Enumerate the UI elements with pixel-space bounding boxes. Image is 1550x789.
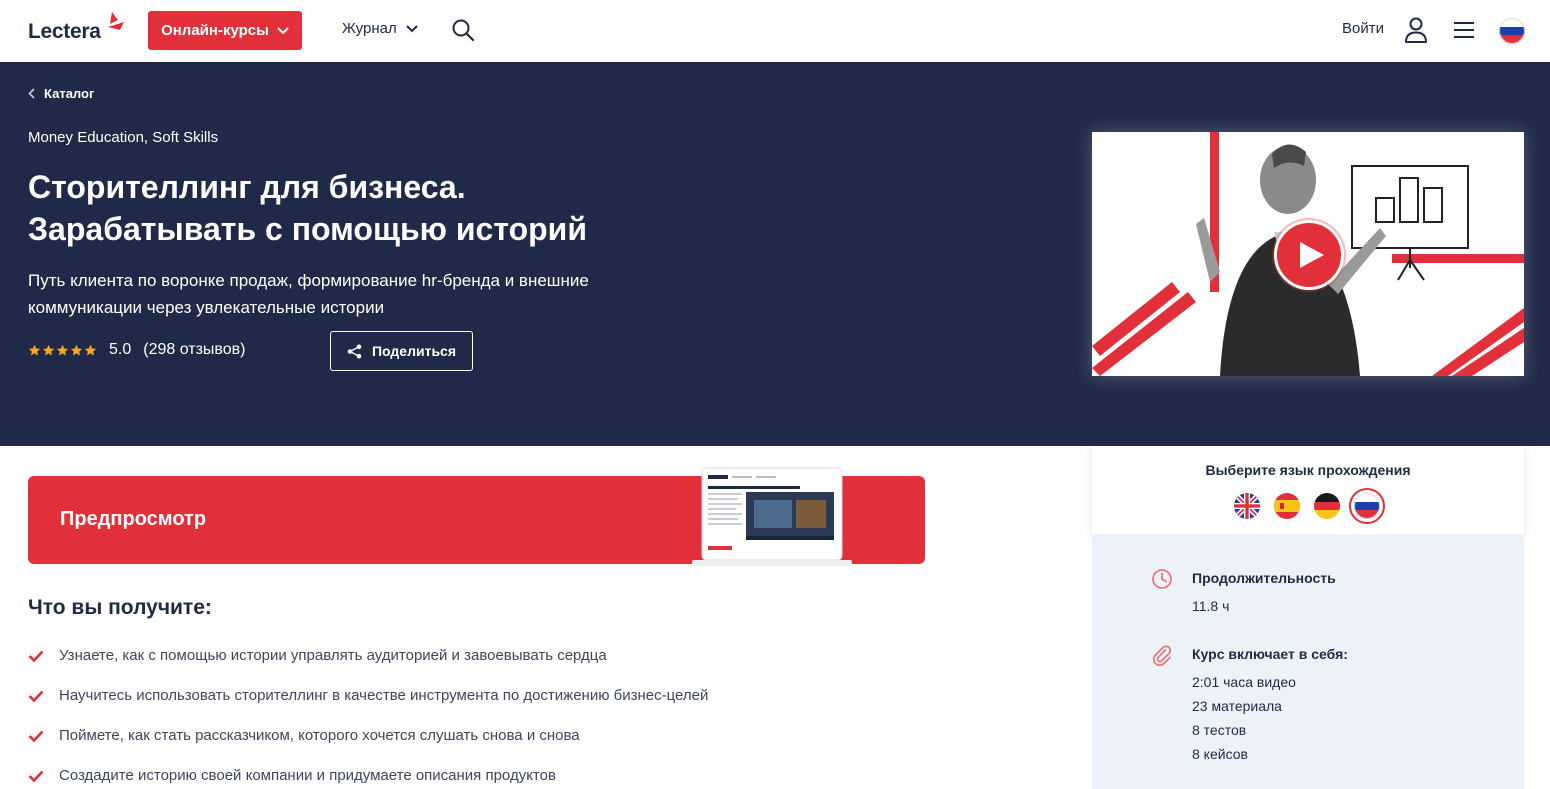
chevron-left-icon — [28, 88, 35, 99]
includes-item: 8 тестов — [1192, 722, 1247, 738]
gain-item: Поймете, как стать рассказчиком, которог… — [28, 726, 928, 766]
language-picker: Выберите язык прохождения — [1092, 446, 1524, 534]
check-icon — [28, 730, 44, 742]
flag-ru-icon[interactable] — [1499, 18, 1525, 44]
breadcrumb-catalog[interactable]: Каталог — [28, 86, 94, 101]
rating-stars — [28, 344, 97, 357]
site-header: Lectera Онлайн-курсы Журнал Войти — [0, 0, 1550, 62]
online-courses-button[interactable]: Онлайн-курсы — [148, 11, 302, 50]
share-button[interactable]: Поделиться — [330, 331, 473, 371]
includes-item: 2:01 часа видео — [1192, 674, 1296, 690]
star-icon — [28, 344, 41, 356]
online-courses-label: Онлайн-курсы — [161, 22, 269, 39]
play-button[interactable] — [1274, 220, 1344, 290]
journal-menu[interactable]: Журнал — [342, 20, 418, 37]
star-icon — [70, 344, 83, 356]
paperclip-icon — [1152, 645, 1172, 666]
menu-icon[interactable] — [1453, 20, 1475, 40]
flag-ru-icon[interactable] — [1349, 488, 1385, 524]
star-icon — [84, 344, 97, 356]
login-link[interactable]: Войти — [1342, 20, 1384, 37]
gain-item: Узнаете, как с помощью истории управлять… — [28, 646, 928, 686]
duration-value: 11.8 ч — [1192, 598, 1230, 614]
preview-title: Предпросмотр — [60, 508, 207, 530]
gain-item: Научитесь использовать сторителлинг в ка… — [28, 686, 928, 726]
course-title-line-2: Зарабатывать с помощью историй — [28, 211, 588, 247]
includes-item: 8 кейсов — [1192, 746, 1248, 762]
course-title-line-1: Сторителлинг для бизнеса. — [28, 169, 466, 205]
play-icon — [1299, 242, 1324, 268]
logo-text: Lectera — [28, 20, 101, 43]
chevron-down-icon — [406, 24, 418, 32]
course-categories: Money Education, Soft Skills — [28, 129, 219, 146]
gain-item-text: Узнаете, как с помощью истории управлять… — [59, 647, 607, 664]
gain-item-text: Создадите историю своей компании и приду… — [59, 767, 556, 784]
course-title: Сторителлинг для бизнеса. Зарабатывать с… — [28, 166, 728, 250]
course-info: Продолжительность 11.8 ч Курс включает в… — [1092, 534, 1524, 789]
course-subtitle: Путь клиента по воронке продаж, формиров… — [28, 271, 589, 317]
clock-icon — [1152, 569, 1172, 589]
check-icon — [28, 690, 44, 702]
flag-de-icon[interactable] — [1314, 493, 1340, 519]
share-icon — [347, 344, 362, 358]
language-flags — [1234, 488, 1385, 524]
preview-banner[interactable]: Предпросмотр — [28, 467, 925, 566]
flag-en-icon[interactable] — [1234, 493, 1260, 519]
search-icon[interactable] — [451, 18, 475, 42]
gain-item: Создадите историю своей компании и приду… — [28, 766, 928, 789]
star-icon — [56, 344, 69, 356]
journal-label: Журнал — [342, 20, 397, 37]
logo-mark-icon — [108, 12, 124, 30]
duration-label: Продолжительность — [1192, 570, 1336, 586]
course-video-preview[interactable] — [1092, 132, 1524, 376]
share-label: Поделиться — [371, 343, 457, 359]
includes-item: 23 материала — [1192, 698, 1282, 714]
gain-item-text: Поймете, как стать рассказчиком, которог… — [59, 727, 580, 744]
flag-es-icon[interactable] — [1274, 493, 1300, 519]
breadcrumb-label: Каталог — [44, 86, 95, 101]
check-icon — [28, 770, 44, 782]
star-icon — [42, 344, 55, 356]
rating-count[interactable]: (298 отзывов) — [143, 341, 245, 359]
rating: 5.0 (298 отзывов) — [28, 340, 245, 360]
course-hero: Каталог Money Education, Soft Skills Сто… — [0, 62, 1550, 446]
gain-item-text: Научитесь использовать сторителлинг в ка… — [59, 687, 709, 704]
laptop-illustration — [692, 467, 852, 566]
rating-value: 5.0 — [109, 341, 132, 358]
gains-title: Что вы получите: — [28, 596, 212, 619]
includes-label: Курс включает в себя: — [1192, 646, 1348, 662]
gains-list: Узнаете, как с помощью истории управлять… — [28, 646, 928, 789]
user-icon[interactable] — [1404, 17, 1428, 43]
chevron-down-icon — [277, 26, 289, 34]
language-picker-title: Выберите язык прохождения — [1205, 462, 1411, 478]
check-icon — [28, 650, 44, 662]
lectera-logo[interactable]: Lectera — [28, 12, 124, 44]
